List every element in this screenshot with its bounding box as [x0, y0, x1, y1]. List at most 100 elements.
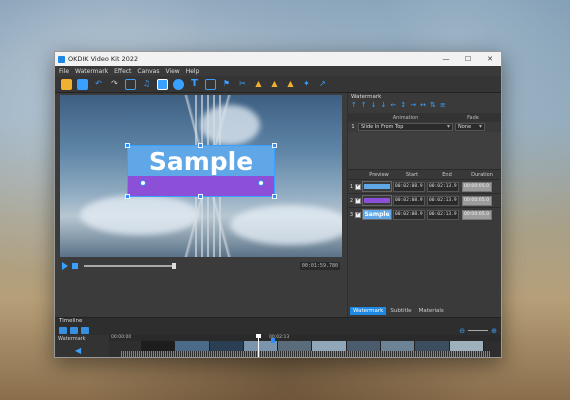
split-icon[interactable] [59, 327, 67, 334]
audio-icon[interactable]: ♫ [141, 79, 152, 90]
rotate-handle-icon[interactable] [140, 180, 146, 186]
row-checkbox[interactable] [355, 196, 361, 204]
tab-subtitle[interactable]: Subtitle [387, 307, 414, 315]
start-time-value: 00:02:08.9 [395, 198, 423, 203]
end-time-field[interactable]: 00:02:13.9 [427, 181, 459, 192]
minimize-button[interactable]: — [435, 55, 457, 63]
preview-column-header: Preview [369, 171, 389, 178]
start-time-field[interactable]: 00:02:08.9 [393, 209, 425, 220]
video-preview[interactable]: Sample [60, 95, 342, 257]
sticker-icon[interactable]: ▲ [253, 79, 264, 90]
stop-icon[interactable] [72, 263, 78, 269]
play-icon[interactable] [62, 262, 68, 270]
table-row[interactable]: 1 00:02:08.9 00:02:13.9 00:00:05.0 [348, 179, 501, 193]
open-icon[interactable] [61, 78, 72, 90]
row-checkbox[interactable] [355, 182, 361, 190]
layer-icon[interactable]: ≡ [440, 102, 446, 109]
duration-field[interactable]: 00:00:05.0 [462, 209, 492, 220]
table-row[interactable]: 3 Sample 00:02:08.9 00:02:13.9 00:00:05.… [348, 207, 501, 221]
menu-view[interactable]: View [165, 68, 179, 75]
watermark-text-layer[interactable]: Sample [128, 146, 274, 176]
watermark-color-layer[interactable] [128, 176, 274, 196]
zoom-in-icon[interactable]: ⊕ [491, 327, 497, 335]
effect-icon[interactable]: ✦ [301, 79, 312, 90]
duration-column-header: Duration [471, 171, 493, 178]
menu-canvas[interactable]: Canvas [137, 68, 159, 75]
filter-icon[interactable]: ⚑ [221, 79, 232, 90]
image-icon[interactable] [157, 78, 168, 90]
clip-thumbnail [449, 341, 484, 351]
table-row[interactable]: 2 00:02:08.9 00:02:13.9 00:00:05.0 [348, 193, 501, 207]
start-time-field[interactable]: 00:02:08.9 [393, 181, 425, 192]
row-checkbox[interactable] [355, 210, 361, 218]
end-time-field[interactable]: 00:02:13.9 [427, 209, 459, 220]
animation-dropdown[interactable]: Slide In From Top [358, 123, 453, 131]
tab-materials[interactable]: Materials [416, 307, 447, 315]
marker-icon[interactable] [271, 338, 275, 343]
fade-dropdown[interactable]: None [455, 123, 485, 131]
audio-waveform[interactable] [121, 351, 491, 357]
align-bottom-icon[interactable]: ↓ [381, 102, 387, 109]
maximize-button[interactable]: ☐ [457, 55, 479, 63]
distribute-icon[interactable]: ↔ [420, 102, 426, 109]
zoom-slider[interactable] [468, 330, 489, 331]
align-top-icon[interactable]: ↑ [351, 102, 357, 109]
animation-value: Slide In From Top [361, 124, 404, 130]
duration-field[interactable]: 00:00:05.0 [462, 195, 492, 206]
menu-help[interactable]: Help [186, 68, 200, 75]
align-left-icon[interactable]: ← [391, 102, 397, 109]
align-up-icon[interactable]: ↑ [361, 102, 367, 109]
resize-handle[interactable] [198, 194, 203, 199]
delete-icon[interactable] [81, 327, 89, 334]
subtitle-icon[interactable] [205, 78, 216, 90]
flip-icon[interactable]: ⇅ [430, 102, 436, 109]
zoom-out-icon[interactable]: ⊖ [459, 327, 465, 335]
seek-bar[interactable] [84, 263, 176, 269]
panel-empty-area [348, 132, 501, 169]
align-center-icon[interactable]: ↕ [400, 102, 406, 109]
start-time-field[interactable]: 00:02:08.9 [393, 195, 425, 206]
close-button[interactable]: ✕ [479, 55, 501, 63]
redo-icon[interactable]: ↷ [109, 79, 120, 90]
preview-pane: Sample 00:01:59.780 [55, 93, 347, 317]
align-right-icon[interactable]: → [410, 102, 416, 109]
playhead[interactable] [256, 334, 261, 357]
undo-icon[interactable]: ↶ [93, 79, 104, 90]
resize-handle[interactable] [198, 143, 203, 148]
resize-handle[interactable] [272, 194, 277, 199]
seek-knob[interactable] [172, 263, 176, 269]
resize-handle[interactable] [125, 143, 130, 148]
video-icon[interactable] [125, 78, 136, 90]
mosaic-icon[interactable]: ▲ [269, 79, 280, 90]
align-down-icon[interactable]: ↓ [371, 102, 377, 109]
tab-watermark[interactable]: Watermark [350, 307, 387, 315]
cut-icon[interactable] [70, 327, 78, 334]
rotate-handle-icon[interactable] [258, 180, 264, 186]
time-readout: 00:01:59.780 [299, 262, 340, 270]
transition-icon[interactable]: ▲ [285, 79, 296, 90]
menu-watermark[interactable]: Watermark [75, 68, 108, 75]
timeline-label: Timeline [59, 318, 83, 324]
resize-handle[interactable] [125, 194, 130, 199]
watermark-text: Sample [148, 146, 254, 176]
watermark-selection[interactable]: Sample [125, 143, 277, 199]
menu-bar: File Watermark Effect Canvas View Help [55, 66, 501, 76]
save-icon[interactable] [77, 78, 88, 90]
menu-file[interactable]: File [59, 68, 69, 75]
text-icon[interactable]: T [189, 79, 200, 90]
end-time-field[interactable]: 00:02:13.9 [427, 195, 459, 206]
clip-thumbnail [141, 341, 176, 351]
clip-thumbnail [175, 341, 210, 351]
duration-value: 00:00:05.0 [464, 184, 490, 189]
resize-handle[interactable] [272, 143, 277, 148]
speaker-icon[interactable]: ◀ [75, 347, 84, 355]
video-clip-strip[interactable] [141, 341, 484, 351]
row-index: 1 [349, 183, 354, 190]
transport-controls: 00:01:59.780 [60, 259, 342, 273]
crop-icon[interactable]: ✂ [237, 79, 248, 90]
duration-field[interactable]: 00:00:05.0 [462, 181, 492, 192]
watermark-panel: Watermark ↑ ↑ ↓ ↓ ← ↕ → ↔ ⇅ ≡ Animation … [348, 93, 501, 317]
shape-icon[interactable] [173, 78, 184, 90]
export-icon[interactable]: ↗ [317, 79, 328, 90]
menu-effect[interactable]: Effect [114, 68, 131, 75]
